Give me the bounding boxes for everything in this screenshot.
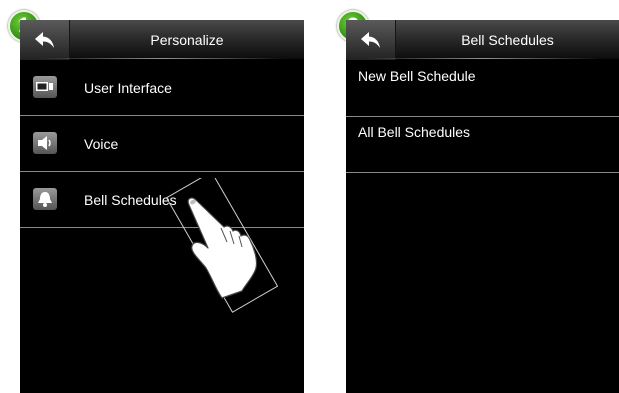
screen-title: Bell Schedules xyxy=(461,32,554,48)
display-icon xyxy=(33,76,57,98)
list-item-new-bell-schedule[interactable]: New Bell Schedule xyxy=(346,61,619,117)
menu-item-label: Voice xyxy=(84,136,119,152)
back-arrow-icon xyxy=(361,32,380,48)
tap-hand-icon xyxy=(165,178,279,313)
bell-icon xyxy=(33,188,57,210)
title-bar: Bell Schedules xyxy=(346,20,619,60)
back-button[interactable] xyxy=(346,20,396,60)
list-item-label: New Bell Schedule xyxy=(358,68,476,84)
list-item-label: All Bell Schedules xyxy=(358,124,471,140)
bell-schedules-screen: Bell Schedules New Bell Schedule All Bel… xyxy=(346,20,619,393)
back-button[interactable] xyxy=(20,20,70,60)
title-bar: Personalize xyxy=(20,20,304,60)
menu-item-user-interface[interactable]: User Interface xyxy=(20,60,304,116)
screen-title: Personalize xyxy=(150,32,224,48)
back-arrow-icon xyxy=(35,32,54,48)
list-item-all-bell-schedules[interactable]: All Bell Schedules xyxy=(346,117,619,173)
menu-item-label: User Interface xyxy=(84,80,172,96)
speaker-icon xyxy=(33,132,57,154)
menu-item-voice[interactable]: Voice xyxy=(20,116,304,172)
